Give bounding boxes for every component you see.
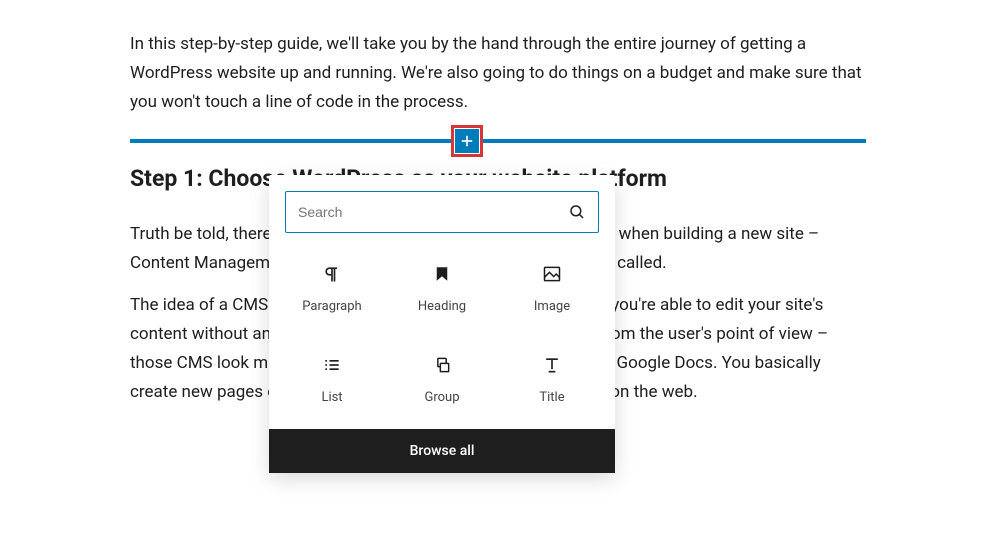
browse-all-button[interactable]: Browse all [269, 429, 615, 473]
block-label: Group [424, 390, 459, 405]
block-label: Paragraph [302, 299, 361, 314]
blocks-grid: Paragraph Heading Image List [269, 245, 615, 429]
block-title[interactable]: Title [497, 344, 607, 415]
block-image[interactable]: Image [497, 253, 607, 324]
block-group[interactable]: Group [387, 344, 497, 415]
block-paragraph[interactable]: Paragraph [277, 253, 387, 324]
block-label: Heading [418, 299, 466, 314]
divider-line [130, 139, 866, 143]
plus-icon [455, 129, 479, 153]
block-heading[interactable]: Heading [387, 253, 497, 324]
block-label: Title [539, 390, 564, 405]
block-label: List [321, 390, 342, 405]
search-input[interactable] [298, 204, 564, 220]
title-icon [541, 354, 563, 376]
block-list[interactable]: List [277, 344, 387, 415]
search-box [285, 191, 599, 233]
paragraph-icon [321, 263, 343, 285]
block-insertion-divider [130, 131, 866, 151]
block-label: Image [534, 299, 570, 314]
heading-icon [431, 263, 453, 285]
image-icon [541, 263, 563, 285]
intro-paragraph: In this step-by-step guide, we'll take y… [130, 30, 866, 117]
search-icon[interactable] [564, 199, 590, 225]
add-block-button[interactable] [451, 125, 483, 157]
list-icon [321, 354, 343, 376]
group-icon [431, 354, 453, 376]
search-container [269, 175, 615, 245]
block-inserter-popover: Paragraph Heading Image List [269, 175, 615, 473]
